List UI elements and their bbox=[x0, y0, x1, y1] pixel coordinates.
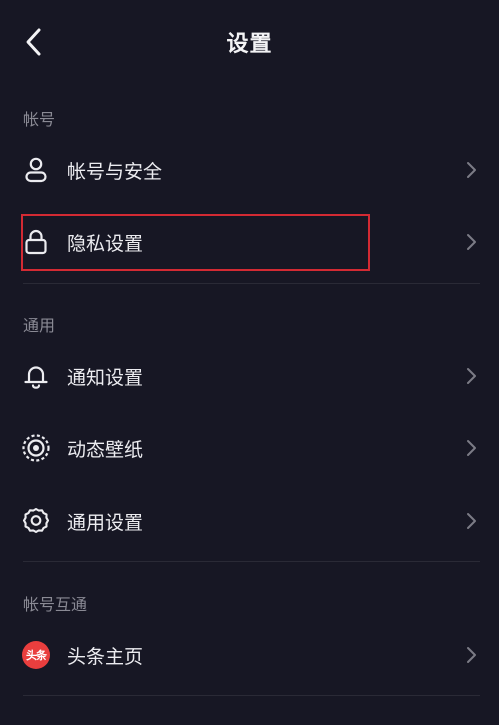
chevron-right-icon bbox=[467, 513, 476, 529]
toutiao-logo-icon: 头条 bbox=[20, 639, 52, 671]
row-label: 通用设置 bbox=[67, 512, 144, 534]
row-label: 动态壁纸 bbox=[67, 439, 144, 461]
row-general-settings[interactable]: 通用设置 bbox=[0, 489, 499, 553]
nav-bar: 设置 bbox=[0, 0, 499, 84]
dynamic-wallpaper-icon bbox=[20, 432, 52, 464]
row-notification-settings[interactable]: 通知设置 bbox=[0, 344, 499, 408]
row-label: 隐私设置 bbox=[67, 233, 144, 255]
section-header-general: 通用 bbox=[23, 316, 56, 335]
row-label: 头条主页 bbox=[67, 646, 144, 668]
chevron-right-icon bbox=[467, 647, 476, 663]
row-toutiao-homepage[interactable]: 头条 头条主页 bbox=[0, 623, 499, 687]
chevron-right-icon bbox=[467, 440, 476, 456]
chevron-right-icon bbox=[467, 162, 476, 178]
chevron-right-icon bbox=[467, 234, 476, 250]
toutiao-logo-text: 头条 bbox=[26, 649, 47, 662]
row-label: 帐号与安全 bbox=[67, 161, 163, 183]
section-divider bbox=[23, 283, 480, 284]
gear-icon bbox=[20, 505, 52, 537]
section-header-account-linking: 帐号互通 bbox=[23, 595, 88, 614]
section-header-account: 帐号 bbox=[23, 110, 56, 129]
row-dynamic-wallpaper[interactable]: 动态壁纸 bbox=[0, 416, 499, 480]
section-divider bbox=[23, 695, 480, 696]
row-label: 通知设置 bbox=[67, 367, 144, 389]
bell-icon bbox=[20, 360, 52, 392]
page-title: 设置 bbox=[226, 32, 273, 57]
user-icon bbox=[20, 154, 52, 186]
chevron-right-icon bbox=[467, 368, 476, 384]
row-account-security[interactable]: 帐号与安全 bbox=[0, 138, 499, 202]
row-privacy-settings[interactable]: 隐私设置 bbox=[0, 210, 499, 274]
section-divider bbox=[23, 561, 480, 562]
toutiao-logo: 头条 bbox=[22, 641, 50, 669]
lock-icon bbox=[20, 226, 52, 258]
